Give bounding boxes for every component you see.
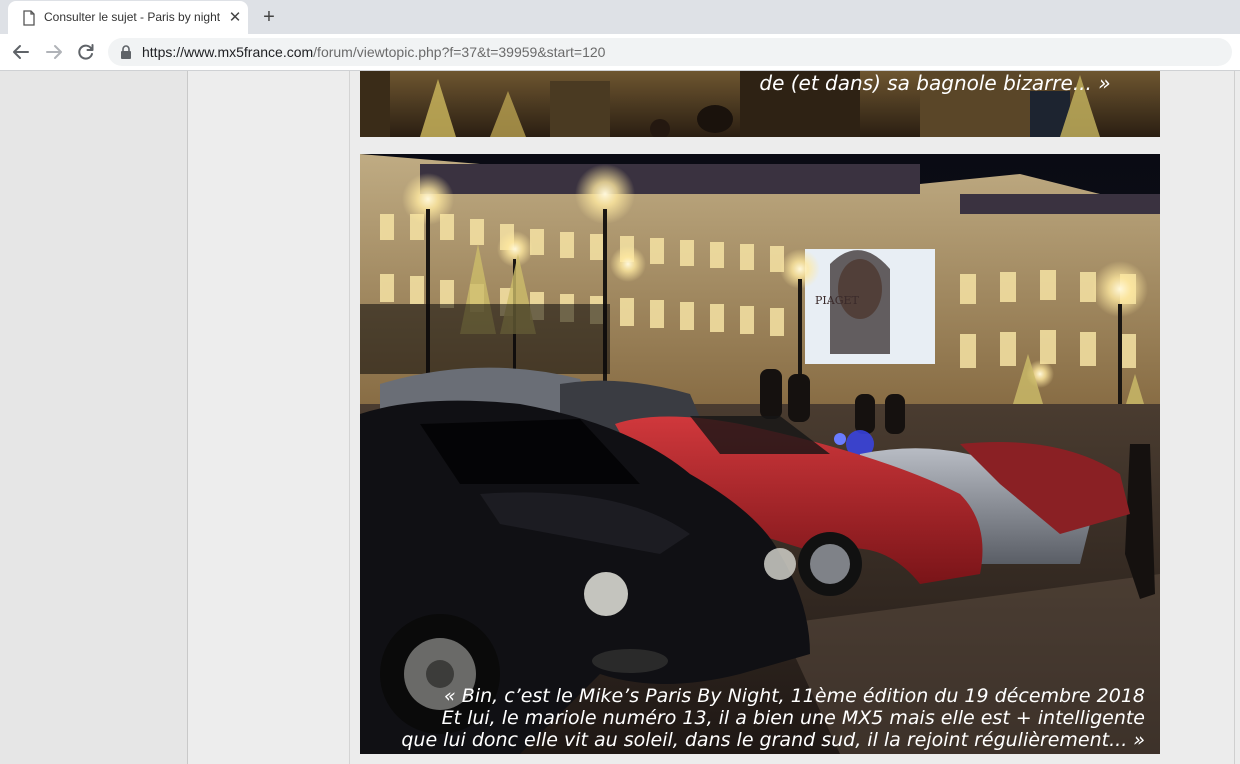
- photo-caption-line-2: Et lui, le mariole numéro 13, il a bien …: [442, 707, 1145, 729]
- url-path: /forum/viewtopic.php?f=37&t=39959&start=…: [313, 44, 606, 60]
- place-vendome-photo-top: de (et dans) sa bagnole bizarre... »: [360, 71, 1160, 137]
- browser-toolbar: https://www.mx5france.com/forum/viewtopi…: [0, 34, 1240, 71]
- tab-title: Consulter le sujet - Paris by night: [44, 10, 221, 24]
- photo-caption-line-3: que lui donc elle vit au soleil, dans le…: [401, 729, 1145, 751]
- tab-strip: Consulter le sujet - Paris by night ✕ +: [0, 0, 1240, 34]
- post-body: de (et dans) sa bagnole bizarre... » PIA…: [350, 71, 1240, 764]
- post-author-column: [188, 71, 350, 764]
- billboard: PIAGET: [805, 249, 935, 364]
- lock-icon: [121, 45, 131, 59]
- url-text: https://www.mx5france.com/forum/viewtopi…: [142, 44, 605, 60]
- close-tab-icon[interactable]: ✕: [226, 9, 244, 27]
- new-tab-button[interactable]: +: [258, 6, 280, 28]
- back-arrow-icon[interactable]: [8, 40, 34, 64]
- scrollbar-track[interactable]: [1234, 71, 1235, 764]
- page-left-margin: [0, 71, 188, 764]
- place-vendome-cars-photo: PIAGET « Bin, c’est le Mike’s Paris By N…: [360, 154, 1160, 754]
- photo-caption-line-1: « Bin, c’est le Mike’s Paris By Night, 1…: [444, 685, 1145, 707]
- address-bar[interactable]: https://www.mx5france.com/forum/viewtopi…: [108, 38, 1232, 66]
- forum-page: de (et dans) sa bagnole bizarre... » PIA…: [0, 71, 1240, 764]
- photo-caption-line: de (et dans) sa bagnole bizarre... »: [759, 71, 1110, 95]
- page-icon: [23, 10, 35, 26]
- browser-tab[interactable]: Consulter le sujet - Paris by night ✕: [8, 1, 248, 34]
- forward-arrow-icon[interactable]: [41, 40, 67, 64]
- reload-icon[interactable]: [73, 40, 99, 64]
- billboard-text: PIAGET: [815, 294, 860, 307]
- url-host: https://www.mx5france.com: [142, 44, 314, 60]
